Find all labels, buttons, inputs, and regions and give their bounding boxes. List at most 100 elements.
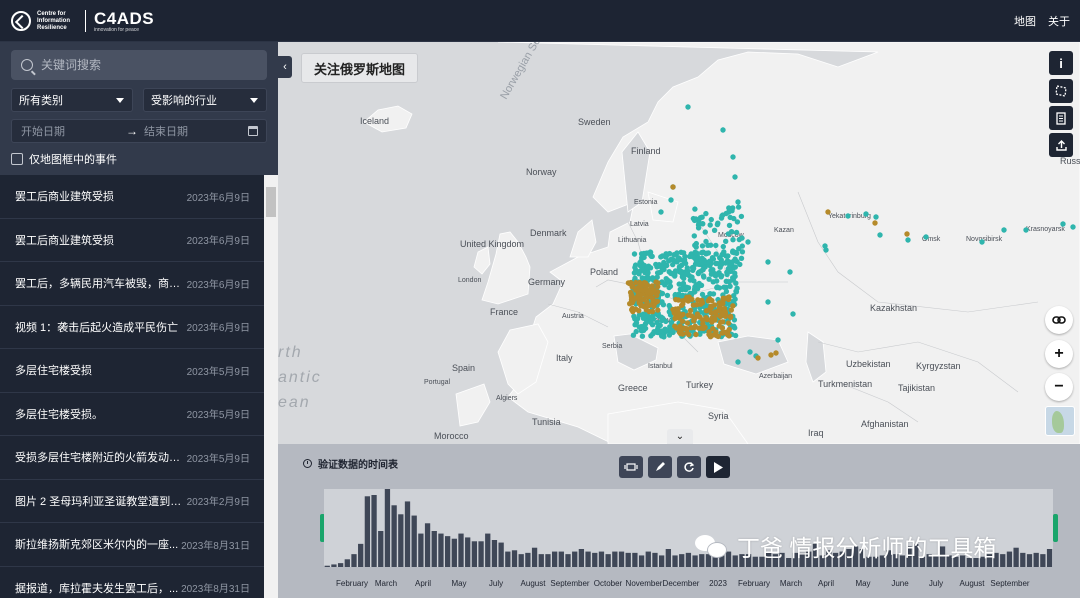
histogram-bar[interactable] [344,559,350,567]
event-marker[interactable] [655,280,661,286]
event-item[interactable]: 罢工后商业建筑受损 2023年6月9日 [0,219,264,262]
event-marker[interactable] [725,320,732,326]
event-marker[interactable] [705,242,711,248]
event-marker[interactable] [690,302,697,308]
histogram-bar[interactable] [458,533,464,567]
event-marker[interactable] [737,261,743,268]
event-marker[interactable] [718,260,724,266]
event-item[interactable]: 多层住宅楼受损。 2023年5月9日 [0,393,264,436]
histogram-bar[interactable] [558,551,564,567]
histogram-bar[interactable] [632,552,638,567]
histogram-bar[interactable] [511,550,518,567]
event-marker[interactable] [631,251,638,257]
event-marker[interactable] [666,332,673,338]
zoom-out-button[interactable]: − [1045,373,1073,401]
event-marker[interactable] [738,213,745,220]
histogram-bar[interactable] [685,552,692,567]
event-marker[interactable] [719,213,725,219]
map[interactable]: Norwegian Sea Iceland Sweden Finland Norway E… [278,42,1080,444]
event-marker[interactable] [723,288,730,295]
histogram-bar[interactable] [351,554,357,567]
event-marker[interactable] [822,243,828,249]
histogram-bar[interactable] [1046,549,1053,567]
histogram-bar[interactable] [485,533,491,567]
histogram-bar[interactable] [645,551,651,567]
event-marker[interactable] [719,330,725,336]
event-marker[interactable] [863,211,869,217]
event-marker[interactable] [641,327,647,333]
event-marker[interactable] [630,283,636,290]
event-marker[interactable] [689,296,695,302]
event-marker[interactable] [730,154,736,160]
event-marker[interactable] [877,232,883,238]
histogram-bar[interactable] [391,505,397,567]
event-marker[interactable] [662,282,668,288]
event-marker[interactable] [733,229,740,236]
event-marker[interactable] [707,291,713,297]
event-marker[interactable] [667,283,674,289]
event-marker[interactable] [726,326,732,333]
event-marker[interactable] [651,287,657,293]
histogram-bar[interactable] [478,541,484,567]
event-marker[interactable] [679,312,685,318]
event-marker[interactable] [659,333,665,339]
event-marker[interactable] [724,269,730,275]
event-marker[interactable] [692,206,698,212]
event-marker[interactable] [699,221,706,227]
event-marker[interactable] [735,199,741,205]
event-marker[interactable] [707,305,713,311]
event-marker[interactable] [720,297,726,303]
event-item[interactable]: 图片 2 圣母玛利亚圣诞教堂遭到破... 2023年2月9日 [0,480,264,523]
event-marker[interactable] [668,197,674,203]
histogram-bar[interactable] [505,551,511,567]
event-marker[interactable] [736,246,742,252]
event-marker[interactable] [684,330,690,336]
event-item[interactable]: 视频 1：袭击后起火造成平民伤亡 2023年6月9日 [0,306,264,349]
histogram-bar[interactable] [638,555,645,567]
histogram-bar[interactable] [665,549,671,567]
event-marker[interactable] [637,292,644,299]
event-marker[interactable] [690,254,696,260]
event-marker[interactable] [738,255,745,261]
event-marker[interactable] [659,317,665,324]
histogram-bar[interactable] [438,533,444,567]
expand-timeline-button[interactable]: ⌄ [667,429,693,444]
event-marker[interactable] [787,269,793,275]
histogram-bar[interactable] [659,555,665,567]
event-marker[interactable] [735,204,742,210]
event-marker[interactable] [730,303,736,309]
play-icon[interactable] [706,456,730,478]
polygon-icon[interactable] [1049,79,1073,103]
histogram-bar[interactable] [451,538,457,567]
histogram-bar[interactable] [1013,547,1019,567]
event-marker[interactable] [730,248,736,254]
link-icon[interactable] [1045,306,1073,334]
event-marker[interactable] [708,267,714,274]
event-marker[interactable] [775,337,781,343]
category-select[interactable]: 所有类别 [11,88,133,112]
event-marker[interactable] [725,253,731,259]
event-marker[interactable] [721,305,728,312]
histogram-bar[interactable] [424,523,431,567]
event-marker[interactable] [629,300,635,306]
event-marker[interactable] [684,320,691,326]
search-box[interactable] [11,50,267,80]
event-marker[interactable] [905,237,911,243]
event-marker[interactable] [663,254,669,260]
collapse-sidebar-button[interactable]: ‹ [278,56,292,78]
event-marker[interactable] [720,310,726,317]
event-marker[interactable] [677,330,684,337]
map-title-button[interactable]: 关注俄罗斯地图 [301,53,419,83]
histogram-bar[interactable] [1026,554,1033,567]
event-marker[interactable] [700,249,706,255]
event-marker[interactable] [714,221,721,228]
histogram-bar[interactable] [672,555,678,567]
event-marker[interactable] [721,249,727,255]
event-marker[interactable] [727,283,733,289]
event-marker[interactable] [675,255,681,261]
event-item[interactable]: 多层住宅楼受损 2023年5月9日 [0,349,264,393]
histogram-bar[interactable] [1040,554,1046,567]
event-item[interactable]: 据报道，库拉霍夫发生罢工后，... 2023年8月31日 [0,567,264,598]
event-item[interactable]: 罢工后商业建筑受损 2023年6月9日 [0,175,264,219]
event-marker[interactable] [873,214,879,220]
